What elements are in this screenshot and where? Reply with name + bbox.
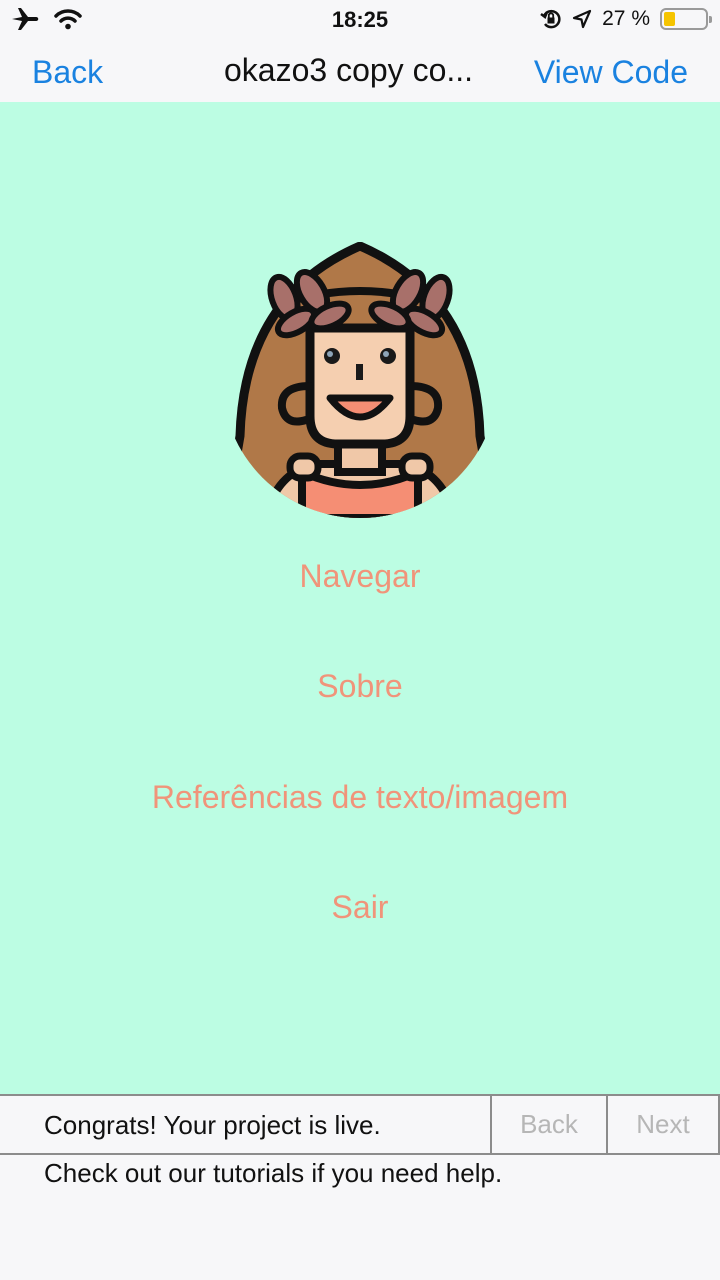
battery-level [664, 12, 675, 26]
menu-item-sair[interactable]: Sair [0, 889, 720, 926]
banner-next-button[interactable]: Next [606, 1096, 720, 1153]
app-preview: Navegar Sobre Referências de texto/image… [0, 102, 720, 1094]
battery-icon [660, 8, 712, 30]
banner-back-button[interactable]: Back [490, 1096, 606, 1153]
battery-percent: 27 % [602, 7, 650, 30]
back-button[interactable]: Back [32, 54, 103, 91]
menu-item-navegar[interactable]: Navegar [0, 558, 720, 595]
banner-row: Congrats! Your project is live. Back Nex… [0, 1094, 720, 1155]
banner-help-text: Check out our tutorials if you need help… [44, 1158, 503, 1188]
status-right: 27 % [540, 7, 712, 31]
tutorial-banner: Congrats! Your project is live. Back Nex… [0, 1094, 720, 1280]
menu-item-referencias[interactable]: Referências de texto/imagem [0, 779, 720, 816]
nav-bar: Back okazo3 copy co... View Code [0, 40, 720, 102]
girl-avatar-icon [226, 242, 494, 518]
status-bar: 18:25 27 % [0, 0, 720, 40]
menu-item-sobre[interactable]: Sobre [0, 668, 720, 705]
banner-message: Congrats! Your project is live. [44, 1110, 381, 1140]
rotation-lock-icon [540, 9, 561, 29]
nav-title: okazo3 copy co... [224, 52, 474, 88]
view-code-button[interactable]: View Code [534, 54, 688, 91]
location-icon [573, 9, 592, 29]
